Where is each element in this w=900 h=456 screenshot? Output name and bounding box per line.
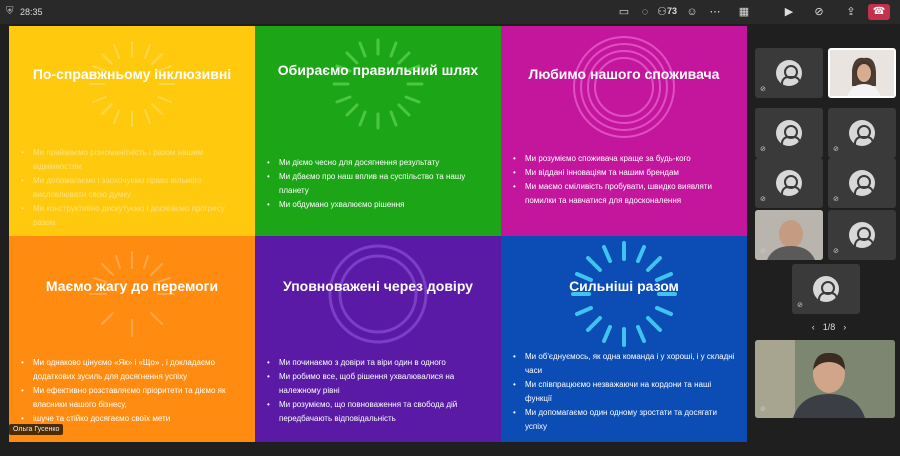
participant-tile[interactable]: ⊘: [755, 158, 823, 208]
bullet: Ми розуміємо, що повноваження та свобода…: [265, 398, 491, 426]
mic-muted-icon: ⊘: [833, 248, 839, 255]
meeting-timer: 28:35: [20, 7, 43, 17]
card-bullets: Ми однаково цінуємо «Як» і «Що» , і докл…: [19, 356, 245, 426]
avatar: [776, 120, 802, 146]
bullet: Ми робимо все, щоб рішення ухвалювалися …: [265, 370, 491, 398]
concentric-rings-decoration: [573, 36, 675, 138]
sunburst-decoration: [89, 41, 175, 127]
participant-tile[interactable]: ⊘: [828, 108, 896, 158]
share-icon[interactable]: ⇪: [844, 5, 858, 19]
bullet: Ми маємо сміливість пробувати, швидко ви…: [511, 180, 737, 208]
mic-muted-icon: ⊘: [833, 146, 839, 153]
bullet: Ми обдумано ухвалюємо рішення: [265, 198, 491, 212]
bullet: Ми діємо чесно для досягнення результату: [265, 156, 491, 170]
participants-grid-icon[interactable]: ▦: [737, 5, 751, 19]
value-card-empowered-trust: Уповноважені через довіру Ми починаємо з…: [255, 236, 501, 442]
bullet: Ми конструктивно дискутуємо і досягаємо …: [19, 202, 245, 230]
chat-icon[interactable]: ◌: [638, 5, 652, 19]
participant-video: [830, 50, 894, 96]
card-title: По-справжньому інклюзивні: [32, 66, 232, 82]
presenter-name-label: Ольга Гусенко: [9, 424, 64, 435]
avatar: [776, 170, 802, 196]
avatar: [849, 222, 875, 248]
shield-icon: ⛨: [6, 6, 14, 17]
mic-muted-icon: ⊘: [797, 302, 803, 309]
share-screen-icon[interactable]: ▭: [617, 5, 631, 19]
bullet: Ми віддані інноваціям та нашим брендам: [511, 166, 737, 180]
participant-tile[interactable]: ⊘: [792, 264, 860, 314]
chevron-right-icon[interactable]: ›: [843, 322, 846, 332]
mic-muted-icon: ⊘: [760, 248, 766, 255]
more-icon[interactable]: ⋯: [708, 5, 722, 19]
participant-tile[interactable]: ⊘: [828, 158, 896, 208]
gallery-pager: ‹ 1/8 ›: [805, 322, 853, 332]
value-card-stronger-together: Сильніші разом Ми об'єднуємось, як одна …: [501, 236, 747, 442]
participant-tile[interactable]: ⊘: [755, 108, 823, 158]
sunburst-decoration: [332, 38, 424, 130]
card-bullets: Ми розуміємо споживача краще за будь-ког…: [511, 152, 737, 208]
people-count[interactable]: 73: [667, 6, 677, 16]
bullet: Ми допомагаємо один одному зростати та д…: [511, 406, 737, 434]
card-bullets: Ми об'єднуємось, як одна команда і у хор…: [511, 350, 737, 434]
bullet: Ми однаково цінуємо «Як» і «Що» , і докл…: [19, 356, 245, 384]
chevron-left-icon[interactable]: ‹: [812, 322, 815, 332]
mic-muted-icon: ⊘: [760, 406, 766, 413]
self-video-tile[interactable]: ⊘: [755, 340, 895, 418]
avatar: [776, 60, 802, 86]
card-title: Маємо жагу до перемоги: [45, 278, 219, 294]
avatar: [813, 276, 839, 302]
shared-slide: По-справжньому інклюзивні Ми приймаємо р…: [9, 26, 747, 442]
mic-muted-icon: ⊘: [760, 86, 766, 93]
mic-muted-icon: ⊘: [833, 196, 839, 203]
card-title: Любимо нашого споживача: [528, 66, 720, 82]
value-card-inclusive: По-справжньому інклюзивні Ми приймаємо р…: [9, 26, 255, 236]
participant-video-tile[interactable]: [828, 48, 896, 98]
page-indicator: 1/8: [822, 322, 836, 332]
participant-video-tile[interactable]: ⊘: [755, 210, 823, 260]
card-bullets: Ми починаємо з довіри та віри один в одн…: [265, 356, 491, 426]
value-card-hunger-to-win: Маємо жагу до перемоги Ми однаково цінує…: [9, 236, 255, 442]
participant-tile[interactable]: ⊘: [828, 210, 896, 260]
meeting-toolbar: ⛨ 28:35 ▭ ◌ ⚇ 73 ☺ ⋯ ▦ ▶ ⊘ ⇪ ☎: [0, 0, 900, 24]
value-card-love-consumer: Любимо нашого споживача Ми розуміємо спо…: [501, 26, 747, 236]
avatar: [849, 170, 875, 196]
bullet: Ми починаємо з довіри та віри один в одн…: [265, 356, 491, 370]
mic-muted-icon: ⊘: [760, 196, 766, 203]
card-title: Обираємо правильний шлях: [277, 62, 479, 78]
card-title: Уповноважені через довіру: [283, 278, 473, 294]
bullet: Ми об'єднуємось, як одна команда і у хор…: [511, 350, 737, 378]
participant-video: [755, 340, 895, 418]
card-title: Сильніші разом: [569, 278, 679, 294]
mic-muted-icon[interactable]: ⊘: [812, 5, 826, 19]
card-bullets: Ми приймаємо різноманітність і разом наш…: [19, 146, 245, 230]
participant-tile[interactable]: ⊘: [755, 48, 823, 98]
bullet: Ми приймаємо різноманітність і разом наш…: [19, 146, 245, 174]
camera-icon[interactable]: ▶: [782, 5, 796, 19]
reactions-icon[interactable]: ☺: [685, 5, 699, 19]
card-bullets: Ми діємо чесно для досягнення результату…: [265, 156, 491, 212]
bullet: Ми дбаємо про наш вплив на суспільство т…: [265, 170, 491, 198]
bullet: Ми допомагаємо і заохочуємо право вільно…: [19, 174, 245, 202]
mic-muted-icon: ⊘: [760, 146, 766, 153]
bullet: Ми співпрацюємо незважаючи на кордони та…: [511, 378, 737, 406]
leave-call-icon[interactable]: ☎: [868, 4, 890, 20]
bullet: Ми ефективно розставляємо пріоритети та …: [19, 384, 245, 412]
avatar: [849, 120, 875, 146]
value-card-right-path: Обираємо правильний шлях Ми діємо чесно …: [255, 26, 501, 236]
bullet: Ми розуміємо споживача краще за будь-ког…: [511, 152, 737, 166]
